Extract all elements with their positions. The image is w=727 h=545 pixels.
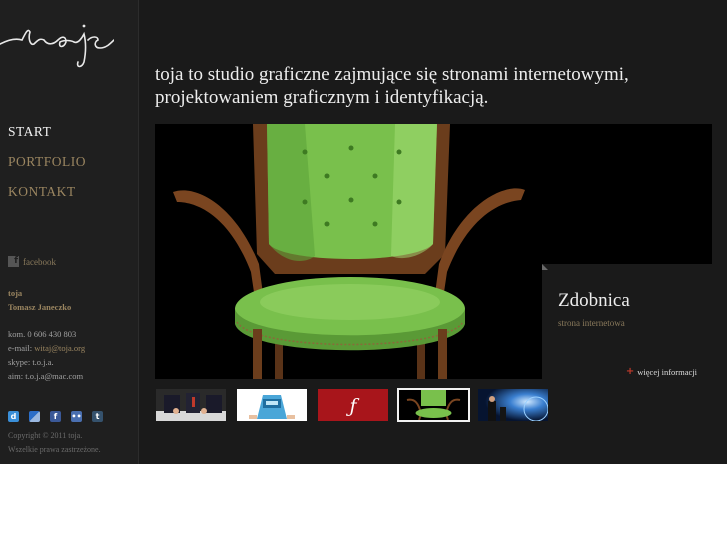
project-type: strona internetowa: [558, 318, 625, 328]
company-name: toja: [8, 288, 23, 298]
myspace-icon[interactable]: [29, 411, 40, 422]
contact-block: toja Tomasz Janeczko kom. 0 606 430 803 …: [8, 286, 85, 383]
page: START PORTFOLIO KONTAKT f facebook toja …: [0, 0, 727, 464]
thumb-flash[interactable]: ƒ: [318, 389, 388, 421]
main-nav: START PORTFOLIO KONTAKT: [8, 122, 86, 212]
panel-corner-marker: [542, 264, 548, 270]
nav-portfolio[interactable]: PORTFOLIO: [8, 152, 86, 182]
project-title: Zdobnica: [558, 290, 630, 311]
aim-text: aim: t.o.j.a@mac.com: [8, 371, 84, 381]
copyright-line: Copyright © 2011 toja.: [8, 431, 83, 440]
facebook-icon: f: [8, 256, 19, 267]
skype-text: skype: t.o.j.a.: [8, 357, 54, 367]
delicious-icon[interactable]: d: [8, 411, 19, 422]
nav-start[interactable]: START: [8, 122, 86, 152]
tumblr-icon[interactable]: t: [92, 411, 103, 422]
facebook-label: facebook: [23, 256, 56, 267]
flickr-icon[interactable]: ••: [71, 411, 82, 422]
email-label: e-mail:: [8, 343, 33, 353]
thumb-dom[interactable]: [237, 389, 307, 421]
page-headline: toja to studio graficzne zajmujące się s…: [155, 63, 715, 109]
social-icons: d f •• t: [8, 411, 103, 422]
person-name: Tomasz Janeczko: [8, 302, 72, 312]
facebook-icon[interactable]: f: [50, 411, 61, 422]
nav-kontakt[interactable]: KONTAKT: [8, 182, 86, 212]
email-link[interactable]: witaj@toja.org: [34, 343, 85, 353]
toja-logo[interactable]: [0, 18, 114, 70]
sidebar: START PORTFOLIO KONTAKT f facebook toja …: [0, 0, 139, 464]
thumb-businessmen[interactable]: [156, 389, 226, 421]
hero-image-extension: [542, 124, 712, 264]
more-info-label: więcej informacji: [637, 366, 697, 377]
thumb-chair[interactable]: [397, 388, 470, 422]
phone-text: kom. 0 606 430 803: [8, 329, 77, 339]
email-row: e-mail: witaj@toja.org: [8, 341, 85, 355]
copyright: Copyright © 2011 toja. Wszelkie prawa za…: [8, 429, 101, 457]
project-info-panel: Zdobnica strona internetowa + więcej inf…: [542, 264, 712, 379]
headline-line-1: toja to studio graficzne zajmujące się s…: [155, 64, 629, 85]
hero-image-chair[interactable]: [155, 124, 542, 379]
more-info-link[interactable]: + więcej informacji: [626, 366, 697, 377]
facebook-link[interactable]: f facebook: [8, 256, 56, 267]
headline-line-2: projektowaniem graficznym i identyfikacj…: [155, 87, 489, 108]
rights-line: Wszelkie prawa zastrzeżone.: [8, 445, 101, 454]
thumb-space[interactable]: [478, 389, 548, 421]
plus-icon: +: [625, 366, 635, 377]
